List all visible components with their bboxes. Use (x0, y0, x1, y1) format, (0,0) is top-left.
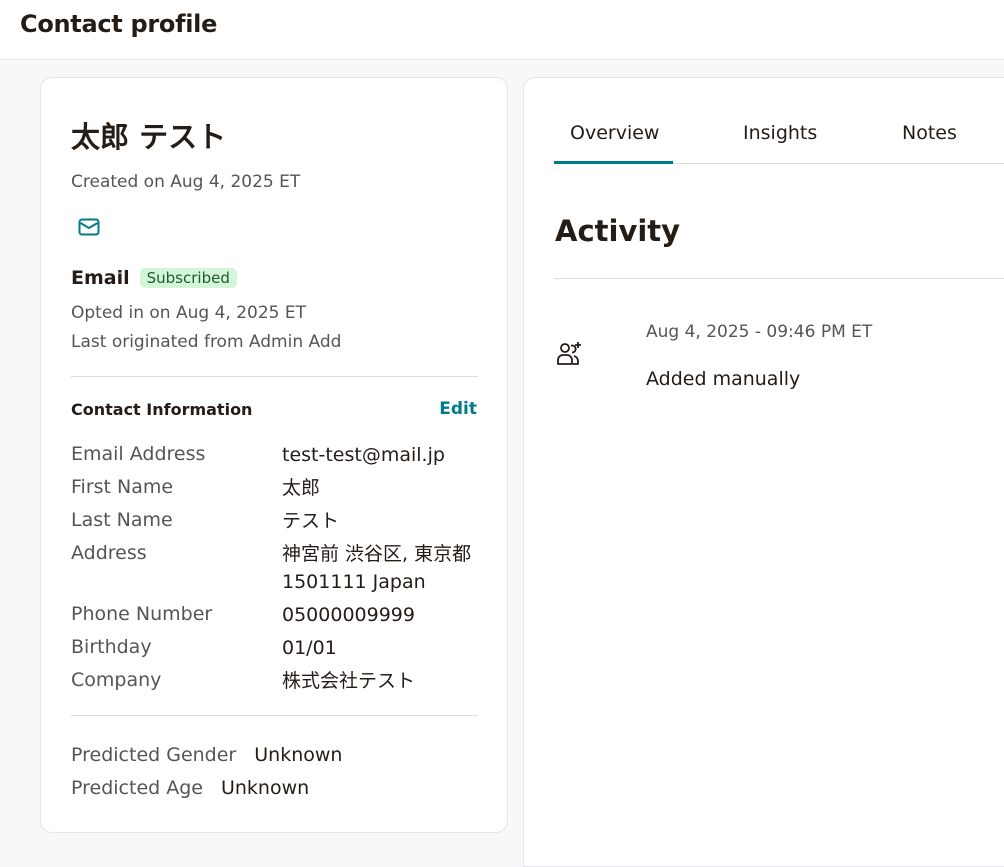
field-label-email: Email Address (71, 443, 206, 465)
status-badge: Subscribed (139, 268, 237, 288)
predicted-gender-row: Predicted Gender Unknown (71, 744, 342, 766)
predicted-gender-value: Unknown (254, 744, 343, 766)
field-label-first-name: First Name (71, 476, 174, 498)
predicted-age-label: Predicted Age (71, 777, 203, 799)
divider (554, 278, 1004, 279)
field-value-company: 株式会社テスト (282, 670, 416, 692)
created-date: Created on Aug 4, 2025 ET (71, 172, 301, 192)
field-label-birthday: Birthday (71, 636, 152, 658)
field-label-company: Company (71, 669, 162, 691)
divider (71, 715, 478, 716)
contact-info-title: Contact Information (71, 400, 253, 419)
activity-description: Added manually (646, 368, 801, 390)
email-channel-row: Email Subscribed (71, 264, 237, 292)
opted-in-date: Opted in on Aug 4, 2025 ET (71, 303, 306, 323)
edit-contact-link[interactable]: Edit (439, 399, 477, 419)
email-channel-label: Email (71, 267, 130, 289)
activity-title: Activity (555, 214, 681, 248)
activity-timestamp: Aug 4, 2025 - 09:46 PM ET (646, 322, 873, 342)
divider (71, 376, 478, 377)
tab-bar: Overview Insights Notes (554, 108, 1004, 164)
user-add-icon (556, 340, 584, 368)
originated-source: Last originated from Admin Add (71, 332, 342, 352)
top-bar: Contact profile (0, 0, 1004, 60)
field-value-last-name: テスト (282, 510, 340, 532)
field-value-phone: 05000009999 (282, 604, 415, 626)
predicted-age-value: Unknown (220, 777, 310, 799)
contact-summary-card: 太郎 テスト Created on Aug 4, 2025 ET Email S… (40, 77, 508, 833)
field-label-address: Address (71, 542, 147, 564)
predicted-gender-label: Predicted Gender (71, 744, 237, 766)
field-value-birthday: 01/01 (282, 637, 337, 659)
field-label-last-name: Last Name (71, 509, 173, 531)
tab-insights[interactable]: Insights (743, 122, 817, 144)
field-value-first-name: 太郎 (282, 477, 321, 499)
contact-name: 太郎 テスト (71, 120, 227, 154)
active-tab-indicator (554, 161, 673, 164)
field-label-phone: Phone Number (71, 603, 213, 625)
page-title: Contact profile (20, 10, 218, 38)
field-value-email: test-test@mail.jp (282, 444, 445, 466)
tab-notes[interactable]: Notes (902, 122, 957, 144)
field-value-address: 神宮前 渋谷区, 東京都 1501111 Japan (282, 543, 472, 593)
activity-panel: Overview Insights Notes Activity Aug 4, … (523, 77, 1004, 867)
tab-overview[interactable]: Overview (570, 122, 659, 144)
mail-icon[interactable] (77, 216, 101, 238)
predicted-age-row: Predicted Age Unknown (71, 777, 309, 799)
